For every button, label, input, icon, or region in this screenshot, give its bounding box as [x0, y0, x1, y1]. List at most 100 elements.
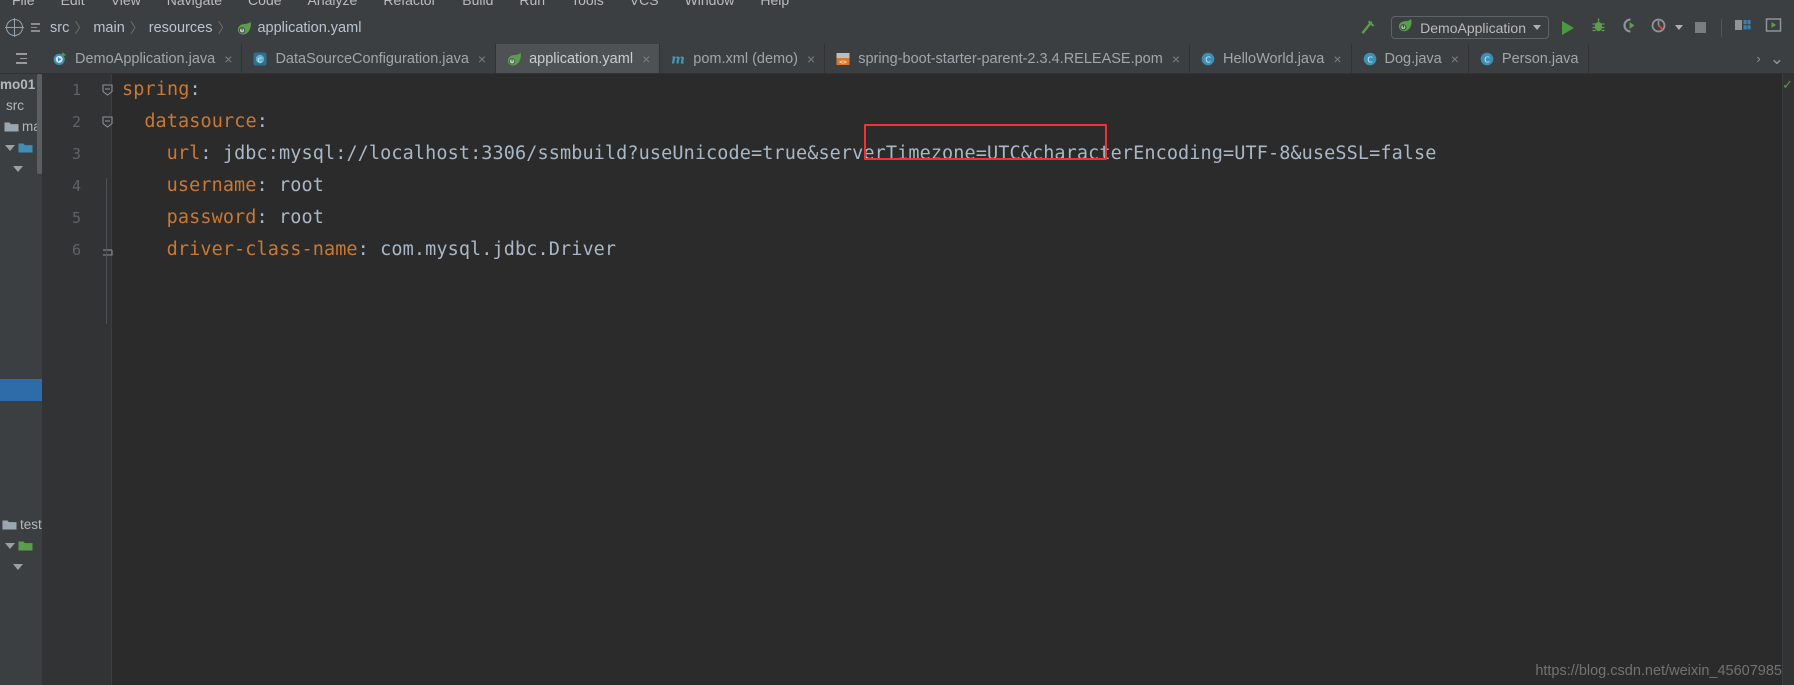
code-editor[interactable]: 123456 spring: datasource: url: jdbc:mysql…: [42, 74, 1794, 685]
editor-tab-person-java[interactable]: C Person.java: [1469, 44, 1589, 73]
java-class-icon: C: [1479, 51, 1495, 67]
profiler-button[interactable]: [1645, 16, 1671, 40]
code-token: root: [279, 207, 324, 228]
menu-item-run[interactable]: Run: [519, 0, 545, 11]
tree-expand-arrow-icon[interactable]: [13, 563, 23, 570]
toolbar-divider: [1721, 18, 1722, 37]
menu-item-analyze[interactable]: Analyze: [308, 0, 358, 11]
maven-icon: m: [670, 51, 686, 66]
breadcrumb-item-src[interactable]: src: [50, 20, 69, 36]
toolbar-drag-handle[interactable]: [31, 23, 40, 32]
project-tree-row[interactable]: [0, 535, 42, 556]
menu-item-edit[interactable]: Edit: [61, 0, 85, 11]
svg-text:C: C: [1205, 55, 1211, 64]
editor-marker-gutter[interactable]: ✓: [1782, 74, 1794, 685]
project-tree-row[interactable]: src: [0, 95, 42, 116]
project-tree-row[interactable]: [0, 158, 42, 179]
run-with-coverage-button[interactable]: [1615, 16, 1641, 40]
chevron-down-icon[interactable]: [1533, 25, 1541, 30]
svg-text:C: C: [258, 55, 263, 64]
breadcrumb-separator: 〉: [74, 19, 89, 36]
breadcrumb-separator: 〉: [217, 19, 232, 36]
tab-close-icon[interactable]: ×: [478, 51, 486, 67]
stop-button[interactable]: [1687, 16, 1713, 40]
tab-close-icon[interactable]: ×: [224, 51, 232, 67]
debug-button[interactable]: [1585, 16, 1611, 40]
editor-tab-datasourceconfiguration-java[interactable]: C DataSourceConfiguration.java ×: [242, 44, 497, 73]
menu-item-refactor[interactable]: Refactor: [383, 0, 436, 11]
project-tree-row[interactable]: test: [0, 514, 42, 535]
svg-text:m: m: [671, 52, 685, 66]
code-token: url: [166, 143, 201, 164]
line-number: 6: [71, 241, 81, 259]
code-token: password: [166, 207, 257, 228]
menu-item-navigate[interactable]: Navigate: [167, 0, 222, 11]
tab-label: DemoApplication.java: [75, 50, 216, 67]
breadcrumb-item-application-yaml[interactable]: application.yaml: [257, 20, 361, 36]
code-content[interactable]: spring: datasource: url: jdbc:mysql://loca…: [112, 74, 1782, 685]
tab-list-chevron-down-icon[interactable]: ⌄: [1770, 49, 1784, 69]
menu-item-build[interactable]: Build: [462, 0, 493, 11]
project-tool-window-strip[interactable]: mo01 src mai test: [0, 74, 42, 685]
menu-item-help[interactable]: Help: [760, 0, 789, 11]
build-project-button[interactable]: [1355, 16, 1381, 40]
project-tree-row[interactable]: mai: [0, 116, 42, 137]
tab-close-icon[interactable]: ×: [1451, 51, 1459, 67]
svg-text:C: C: [1367, 55, 1373, 64]
tab-bar-gutter[interactable]: [0, 44, 42, 73]
menu-lines-icon: [15, 53, 27, 64]
web-globe-icon[interactable]: [5, 18, 24, 37]
code-line[interactable]: driver-class-name: com.mysql.jdbc.Driver: [167, 234, 617, 266]
editor-tab-spring-boot-starter-parent-2-3-4-release-pom[interactable]: <> spring-boot-starter-parent-2.3.4.RELEA…: [825, 44, 1191, 73]
project-tree-row[interactable]: [0, 137, 42, 158]
profiler-icon: [1650, 17, 1667, 39]
menu-item-tools[interactable]: Tools: [571, 0, 604, 11]
editor-tab-application-yaml[interactable]: application.yaml ×: [496, 44, 661, 73]
services-button[interactable]: [1760, 16, 1786, 40]
project-tree-row[interactable]: mo01: [0, 74, 42, 95]
menu-item-code[interactable]: Code: [248, 0, 281, 11]
restore-layout-icon: [1734, 17, 1752, 38]
breadcrumb-item-resources[interactable]: resources: [149, 20, 213, 36]
code-line[interactable]: url: jdbc:mysql://localhost:3306/ssmbuil…: [167, 138, 1437, 170]
tree-expand-arrow-icon[interactable]: [5, 542, 15, 549]
code-line[interactable]: spring:: [122, 74, 201, 106]
breadcrumb-item-main[interactable]: main: [93, 20, 124, 36]
editor-tab-demoapplication-java[interactable]: DemoApplication.java ×: [42, 44, 243, 73]
configuration-class-icon: C: [252, 51, 268, 67]
profiler-chevron-down-icon[interactable]: [1675, 25, 1683, 30]
tab-overflow-controls[interactable]: › ⌄: [1752, 44, 1794, 73]
menu-item-view[interactable]: View: [111, 0, 141, 11]
tree-expand-arrow-icon[interactable]: [5, 144, 15, 151]
editor-tab-pom-xml-demo-[interactable]: m pom.xml (demo) ×: [660, 44, 826, 73]
tab-close-icon[interactable]: ×: [642, 51, 650, 67]
tree-expand-arrow-icon[interactable]: [13, 165, 23, 172]
main-menu-bar: File Edit View Navigate Code Analyze Refactor B…: [0, 0, 1794, 11]
code-line[interactable]: username: root: [167, 170, 324, 202]
menu-item-vcs[interactable]: VCS: [630, 0, 659, 11]
editor-tab-dog-java[interactable]: C Dog.java ×: [1352, 44, 1469, 73]
menu-item-window[interactable]: Window: [685, 0, 735, 11]
run-configuration-selector[interactable]: DemoApplication: [1391, 16, 1549, 39]
tab-next-icon[interactable]: ›: [1756, 51, 1760, 66]
editor-gutter[interactable]: 1 2 3 4 5 6: [42, 74, 113, 685]
code-token: :: [200, 143, 223, 164]
stop-icon: [1694, 22, 1706, 33]
run-button[interactable]: [1555, 16, 1581, 40]
tab-label: Dog.java: [1384, 50, 1442, 67]
tab-close-icon[interactable]: ×: [807, 51, 815, 67]
code-line[interactable]: datasource:: [144, 106, 268, 138]
watermark-url: https://blog.csdn.net/weixin_45607985: [1535, 663, 1782, 679]
code-token: root: [279, 175, 324, 196]
spring-boot-class-icon: [52, 51, 68, 67]
menu-item-file[interactable]: File: [12, 0, 35, 11]
editor-tab-helloworld-java[interactable]: C HelloWorld.java ×: [1190, 44, 1352, 73]
tab-label: HelloWorld.java: [1223, 50, 1325, 67]
project-tree-row[interactable]: [0, 556, 42, 577]
code-line[interactable]: password: root: [167, 202, 324, 234]
tab-close-icon[interactable]: ×: [1172, 51, 1180, 67]
restore-layout-button[interactable]: [1730, 16, 1756, 40]
project-tree-selected-row[interactable]: [0, 379, 42, 401]
breadcrumb[interactable]: src 〉 main 〉 resources 〉 application.yaml: [50, 18, 361, 38]
tab-close-icon[interactable]: ×: [1333, 51, 1341, 67]
